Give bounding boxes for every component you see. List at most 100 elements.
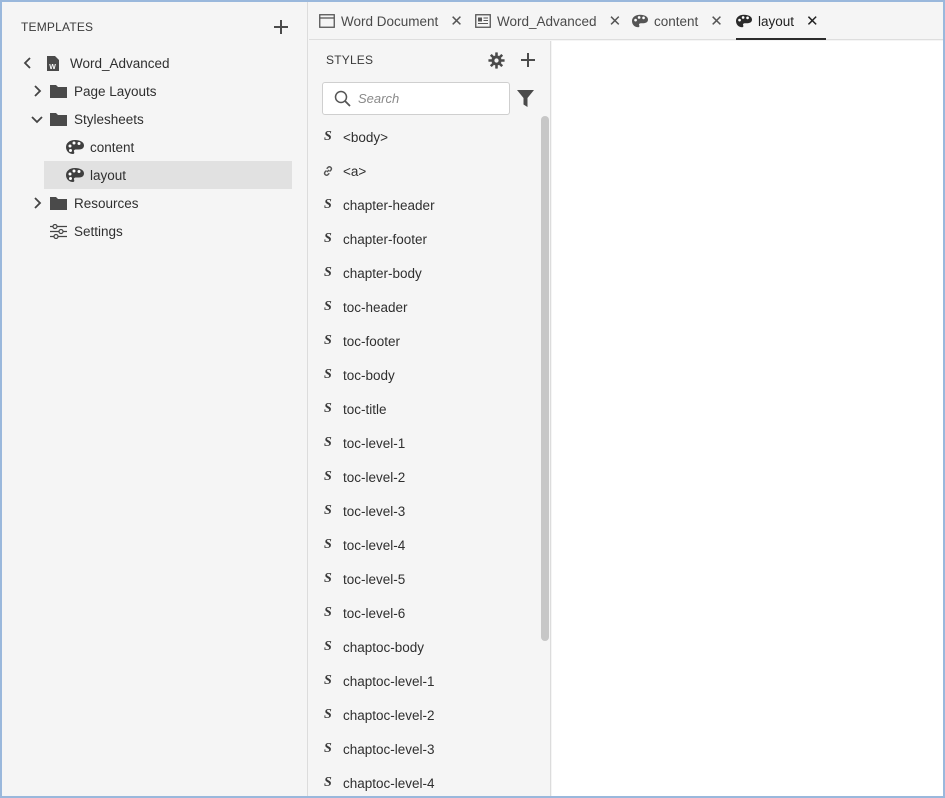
style-item[interactable]: Schaptoc-level-2: [309, 698, 541, 732]
templates-panel: TEMPLATES W Word_Advanced Page Layouts S…: [2, 2, 308, 796]
styles-list: S <body> <a> Schapter-header Schapter-footer…: [309, 120, 541, 796]
templates-title: TEMPLATES: [21, 20, 94, 34]
close-icon[interactable]: ✕: [806, 14, 819, 29]
style-s-icon: S: [324, 503, 332, 518]
style-item-label: chaptoc-level-1: [343, 673, 435, 689]
search-input[interactable]: [358, 91, 498, 106]
styles-scrollbar[interactable]: [541, 116, 549, 641]
tree-item-resources[interactable]: Resources: [2, 189, 307, 217]
style-item[interactable]: S <body>: [309, 120, 541, 154]
style-item[interactable]: <a>: [309, 154, 541, 188]
tree-item-layout[interactable]: layout: [44, 161, 292, 189]
gear-icon[interactable]: [488, 51, 505, 69]
style-item[interactable]: Stoc-header: [309, 290, 541, 324]
style-item-label: toc-level-2: [343, 469, 406, 485]
style-item-label: toc-header: [343, 299, 408, 315]
editor-canvas[interactable]: [552, 41, 943, 796]
tree-item-label: Word_Advanced: [70, 55, 170, 71]
style-item[interactable]: Stoc-level-3: [309, 494, 541, 528]
style-s-icon: S: [324, 707, 332, 722]
style-item-label: toc-body: [343, 367, 395, 383]
style-item-label: toc-level-5: [343, 571, 406, 587]
templates-header: TEMPLATES: [21, 19, 289, 35]
filter-icon[interactable]: [517, 90, 534, 107]
style-s-icon: S: [324, 673, 332, 688]
style-s-icon: S: [324, 469, 332, 484]
tree-item-label: Page Layouts: [74, 83, 157, 99]
style-s-icon: S: [324, 605, 332, 620]
window-icon: [319, 14, 335, 28]
folder-icon: [50, 196, 67, 210]
style-item[interactable]: Stoc-level-2: [309, 460, 541, 494]
style-item[interactable]: Schaptoc-level-3: [309, 732, 541, 766]
word-doc-icon: W: [47, 55, 59, 71]
tree-item-word-advanced[interactable]: W Word_Advanced: [2, 49, 307, 77]
tree-item-label: content: [90, 139, 135, 155]
style-item[interactable]: Schaptoc-level-4: [309, 766, 541, 796]
tab-word-advanced[interactable]: Word_Advanced ✕: [475, 2, 621, 40]
tab-content[interactable]: content ✕: [632, 2, 723, 40]
tree-item-page-layouts[interactable]: Page Layouts: [2, 77, 307, 105]
style-item-label: chaptoc-level-4: [343, 775, 435, 791]
palette-icon: [632, 14, 648, 28]
sliders-icon: [50, 223, 67, 239]
tree-item-label: Stylesheets: [74, 111, 144, 127]
style-item[interactable]: Schapter-header: [309, 188, 541, 222]
search-field[interactable]: [322, 82, 510, 115]
close-icon[interactable]: ✕: [710, 14, 723, 29]
styles-header: STYLES: [326, 51, 536, 69]
palette-icon: [736, 14, 752, 28]
style-s-icon: S: [324, 265, 332, 280]
tab-label: layout: [758, 13, 795, 29]
tab-word-document[interactable]: Word Document ✕: [319, 2, 463, 40]
style-item-label: toc-title: [343, 401, 387, 417]
tree-item-settings[interactable]: Settings: [2, 217, 307, 245]
tree-item-label: Resources: [74, 195, 139, 211]
style-item[interactable]: Schapter-footer: [309, 222, 541, 256]
chevron-left-icon[interactable]: [22, 57, 34, 69]
style-item[interactable]: Stoc-level-5: [309, 562, 541, 596]
add-style-button[interactable]: [520, 52, 536, 68]
style-item[interactable]: Stoc-footer: [309, 324, 541, 358]
palette-icon: [66, 140, 84, 154]
style-item[interactable]: Stoc-level-6: [309, 596, 541, 630]
folder-icon: [50, 84, 67, 98]
style-item-label: chapter-body: [343, 265, 422, 281]
style-s-icon: S: [324, 639, 332, 654]
style-s-icon: S: [324, 299, 332, 314]
style-item[interactable]: Schapter-body: [309, 256, 541, 290]
template-icon: [475, 14, 491, 28]
chevron-right-icon[interactable]: [31, 197, 43, 209]
style-item-label: chaptoc-level-2: [343, 707, 435, 723]
add-template-button[interactable]: [273, 19, 289, 35]
chevron-down-icon[interactable]: [31, 113, 43, 125]
tree-item-stylesheets[interactable]: Stylesheets: [2, 105, 307, 133]
tab-layout[interactable]: layout ✕: [736, 2, 826, 40]
tab-label: Word Document: [341, 13, 439, 29]
style-s-icon: S: [324, 197, 332, 212]
style-item-label: chaptoc-body: [343, 639, 425, 655]
style-s-icon: S: [324, 741, 332, 756]
style-item[interactable]: Stoc-title: [309, 392, 541, 426]
style-item[interactable]: Stoc-level-1: [309, 426, 541, 460]
style-item-label: toc-level-6: [343, 605, 406, 621]
style-s-icon: S: [324, 571, 332, 586]
folder-icon: [50, 112, 67, 126]
styles-title: STYLES: [326, 53, 374, 67]
style-item-label: toc-level-3: [343, 503, 406, 519]
templates-tree: W Word_Advanced Page Layouts Stylesheets…: [2, 49, 307, 245]
style-item-label: chapter-header: [343, 197, 435, 213]
chevron-right-icon[interactable]: [31, 85, 43, 97]
style-item[interactable]: Stoc-level-4: [309, 528, 541, 562]
tree-item-content[interactable]: content: [2, 133, 307, 161]
style-s-icon: S: [324, 129, 332, 144]
close-icon[interactable]: ✕: [450, 14, 463, 29]
style-s-icon: S: [324, 367, 332, 382]
styles-panel: STYLES Search S <body> <a> S chapter-hea…: [309, 41, 551, 796]
tab-label: Word_Advanced: [497, 13, 597, 29]
close-icon[interactable]: ✕: [609, 14, 622, 29]
style-item[interactable]: Schaptoc-body: [309, 630, 541, 664]
style-item[interactable]: Stoc-body: [309, 358, 541, 392]
style-s-icon: S: [324, 775, 332, 790]
style-item[interactable]: Schaptoc-level-1: [309, 664, 541, 698]
